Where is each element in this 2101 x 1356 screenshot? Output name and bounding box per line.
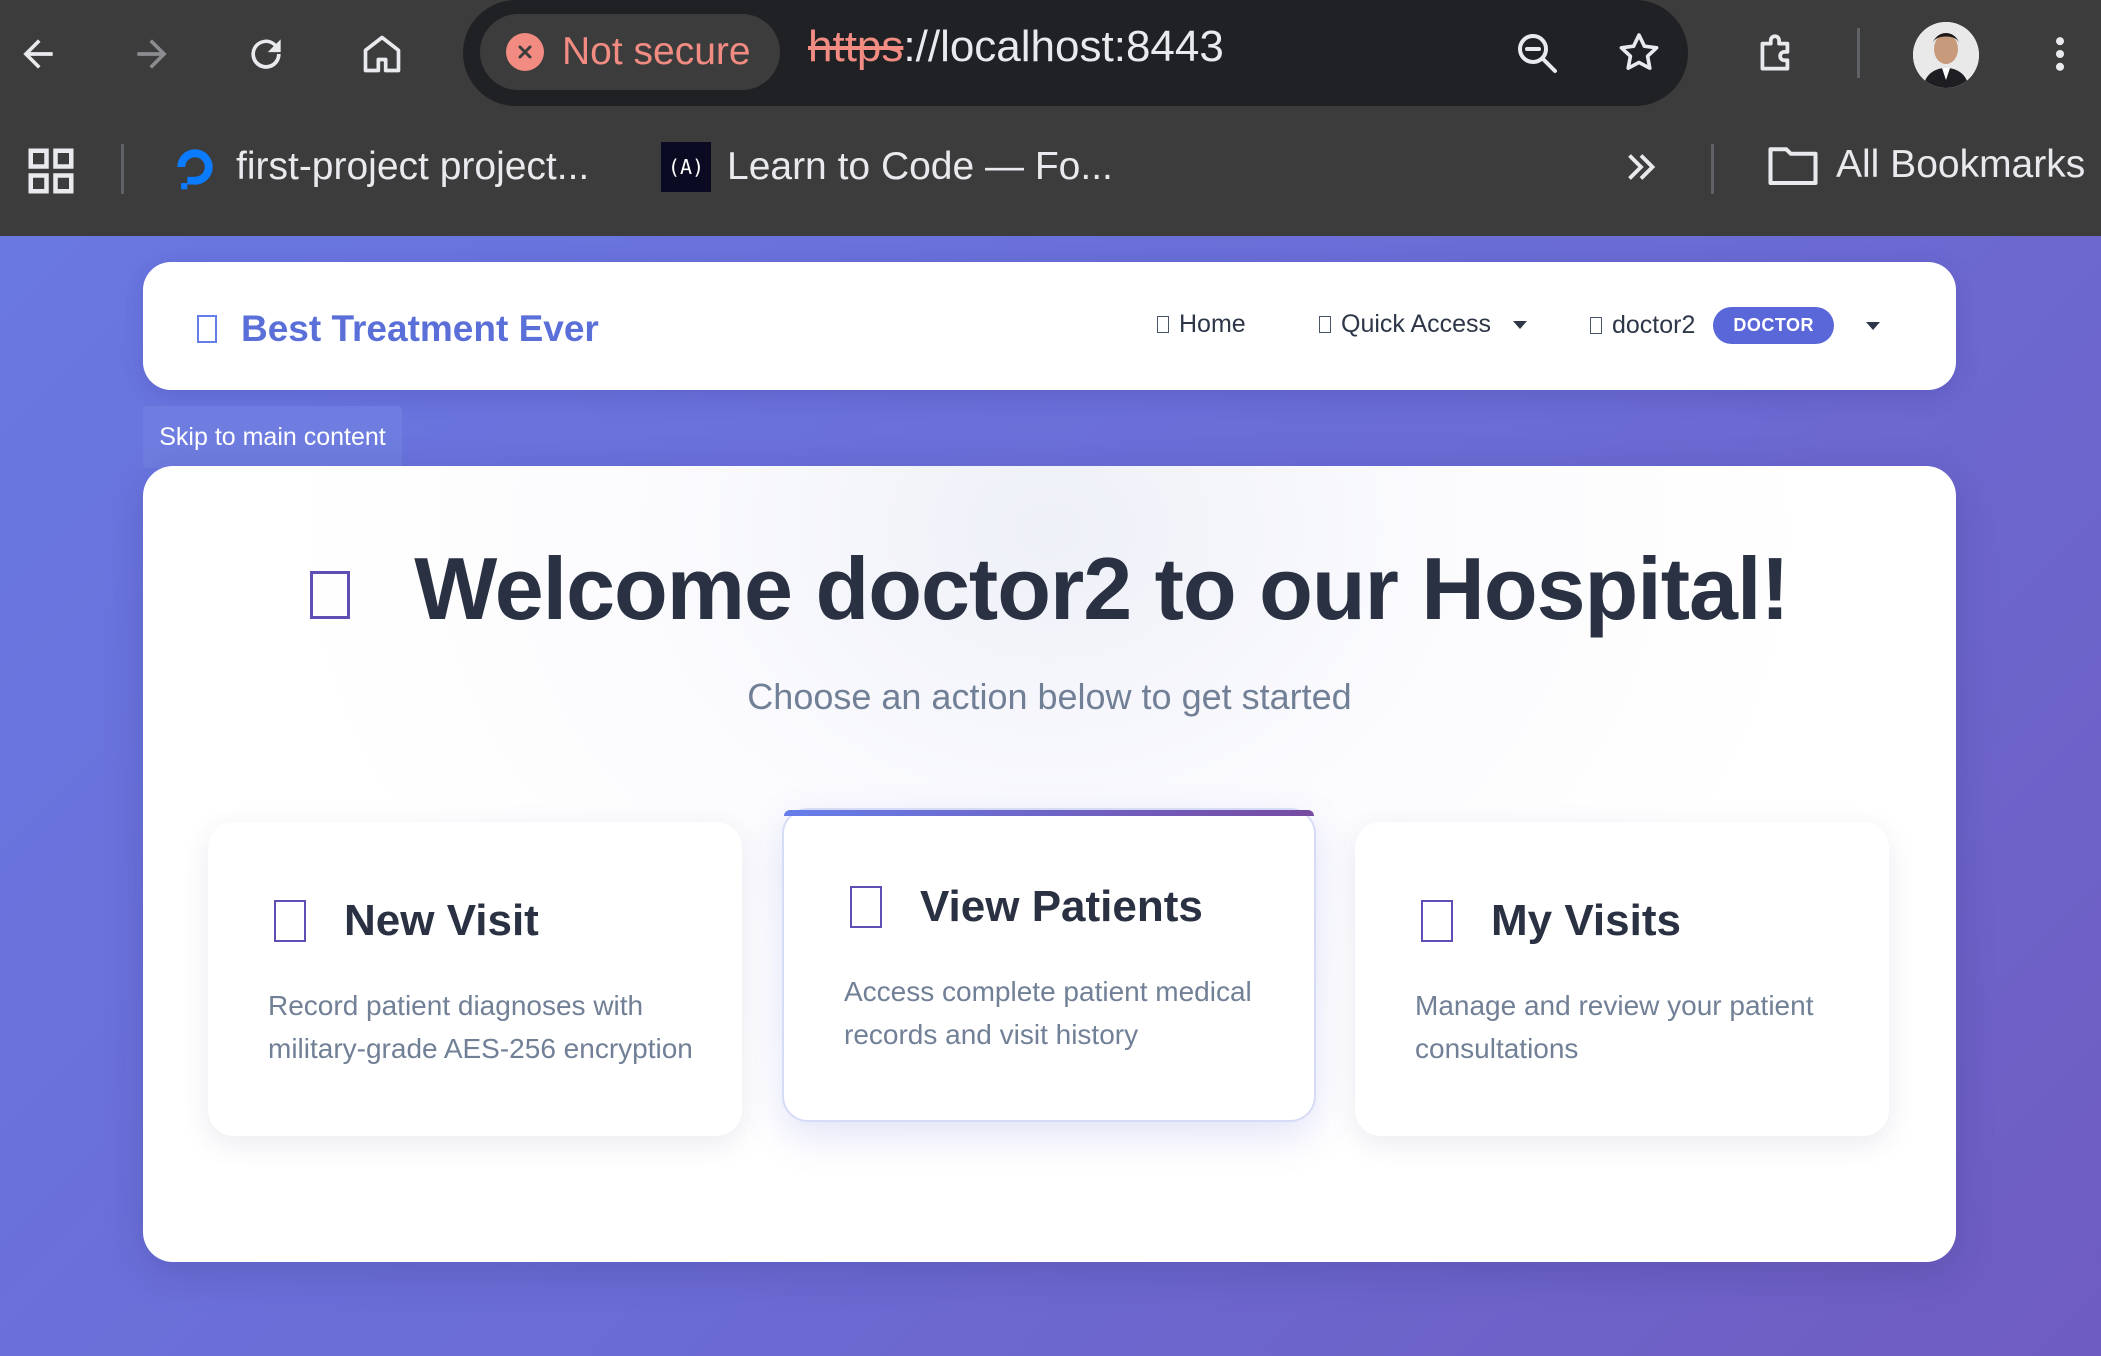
reload-icon	[251, 39, 281, 69]
url-text[interactable]: https://localhost:8443	[808, 22, 1224, 72]
arrow-right-icon	[137, 39, 167, 69]
arrow-left-icon	[23, 39, 53, 69]
apps-button[interactable]	[24, 144, 78, 198]
browser-toolbar: Not secure https://localhost:8443	[0, 0, 2101, 110]
bookmarks-bar: first-project project... (A) Learn to Co…	[0, 110, 2101, 236]
puzzle-icon	[1760, 34, 1790, 71]
card-title: View Patients	[920, 882, 1203, 931]
not-secure-icon	[506, 33, 544, 71]
card-description: Record patient diagnoses with military-g…	[268, 990, 693, 1064]
nav-user-dropdown[interactable]: doctor2 DOCTOR	[1590, 307, 1881, 344]
clipboard-plus-icon	[274, 900, 306, 942]
extensions-button[interactable]	[1747, 24, 1807, 84]
brand-name: Best Treatment Ever	[241, 308, 599, 349]
home-button[interactable]	[352, 24, 412, 84]
page-title: Welcome doctor2 to our Hospital!	[414, 539, 1789, 638]
hero-heading: Welcome doctor2 to our Hospital!	[143, 538, 1956, 640]
address-bar[interactable]: Not secure https://localhost:8443	[463, 0, 1688, 106]
all-bookmarks-label: All Bookmarks	[1836, 143, 2086, 186]
home-icon	[1157, 316, 1169, 333]
menu-button[interactable]	[2030, 24, 2090, 84]
toolbar-divider	[1857, 28, 1860, 78]
nav-home-link[interactable]: Home	[1157, 310, 1246, 339]
main-content: Welcome doctor2 to our Hospital! Choose …	[143, 466, 1956, 1262]
card-title: My Visits	[1491, 896, 1681, 945]
bookmark-star-button[interactable]	[1612, 26, 1666, 80]
card-accent-bar	[784, 810, 1314, 816]
browser-chrome: Not secure https://localhost:8443 first-…	[0, 0, 2101, 236]
view-patients-card[interactable]: View Patients Access complete patient me…	[782, 808, 1316, 1122]
new-visit-card[interactable]: New Visit Record patient diagnoses with …	[208, 822, 742, 1136]
chevron-double-right-icon	[1628, 154, 1656, 180]
back-button[interactable]	[8, 24, 68, 84]
zoom-button[interactable]	[1510, 26, 1564, 80]
freecodecamp-logo-icon: (A)	[661, 142, 711, 192]
star-icon	[1619, 33, 1659, 70]
reload-button[interactable]	[236, 24, 296, 84]
top-navbar: Best Treatment Ever Home Quick Access do…	[143, 262, 1956, 390]
card-header: New Visit	[274, 896, 539, 946]
folder-icon	[1768, 147, 1818, 186]
security-label: Not secure	[562, 30, 751, 73]
bookmark-label: first-project project...	[236, 145, 590, 188]
svg-text:(A): (A)	[668, 155, 704, 179]
more-bookmarks-button[interactable]	[1618, 144, 1664, 190]
hospital-icon	[197, 315, 217, 343]
url-scheme: https	[808, 22, 904, 71]
card-description: Manage and review your patient consultat…	[1415, 990, 1814, 1064]
skip-to-main-link[interactable]: Skip to main content	[143, 406, 402, 468]
page-body: Best Treatment Ever Home Quick Access do…	[0, 236, 2101, 1356]
nav-quick-access-dropdown[interactable]: Quick Access	[1319, 310, 1528, 339]
home-icon	[363, 35, 401, 73]
chevron-down-icon	[1866, 321, 1881, 330]
all-bookmarks-button[interactable]: All Bookmarks	[1766, 142, 2085, 188]
nav-home-label: Home	[1179, 310, 1246, 338]
page-subtitle: Choose an action below to get started	[747, 676, 1352, 717]
more-vert-icon	[2055, 37, 2065, 71]
my-visits-card[interactable]: My Visits Manage and review your patient…	[1355, 822, 1889, 1136]
bookmarks-divider	[1711, 144, 1714, 194]
calendar-icon	[1421, 900, 1453, 942]
brand-link[interactable]: Best Treatment Ever	[197, 308, 599, 350]
apps-grid-icon	[28, 148, 74, 194]
users-icon	[850, 886, 882, 928]
profile-avatar[interactable]	[1913, 22, 1979, 88]
profile-photo-icon	[1913, 22, 1979, 88]
security-chip[interactable]: Not secure	[480, 14, 780, 90]
card-header: View Patients	[850, 882, 1203, 932]
forward-button[interactable]	[122, 24, 182, 84]
bookmark-label: Learn to Code — Fo...	[727, 145, 1113, 188]
bookmark-first-project[interactable]: first-project project...	[170, 142, 589, 192]
nav-quick-access-label: Quick Access	[1341, 310, 1492, 338]
url-host: ://localhost:8443	[903, 22, 1224, 71]
hospital-icon	[310, 571, 351, 619]
bookmark-learn-to-code[interactable]: (A) Learn to Code — Fo...	[661, 142, 1113, 192]
zoom-out-icon	[1518, 34, 1557, 73]
card-description: Access complete patient medical records …	[844, 976, 1252, 1050]
user-icon	[1590, 317, 1602, 334]
nav-username: doctor2	[1612, 311, 1696, 339]
role-badge: DOCTOR	[1713, 307, 1835, 344]
chevron-down-icon	[1513, 320, 1528, 329]
digitalocean-logo-icon	[170, 142, 220, 192]
card-title: New Visit	[344, 896, 539, 945]
bolt-icon	[1319, 316, 1331, 333]
card-header: My Visits	[1421, 896, 1681, 946]
bookmarks-divider	[121, 144, 124, 194]
